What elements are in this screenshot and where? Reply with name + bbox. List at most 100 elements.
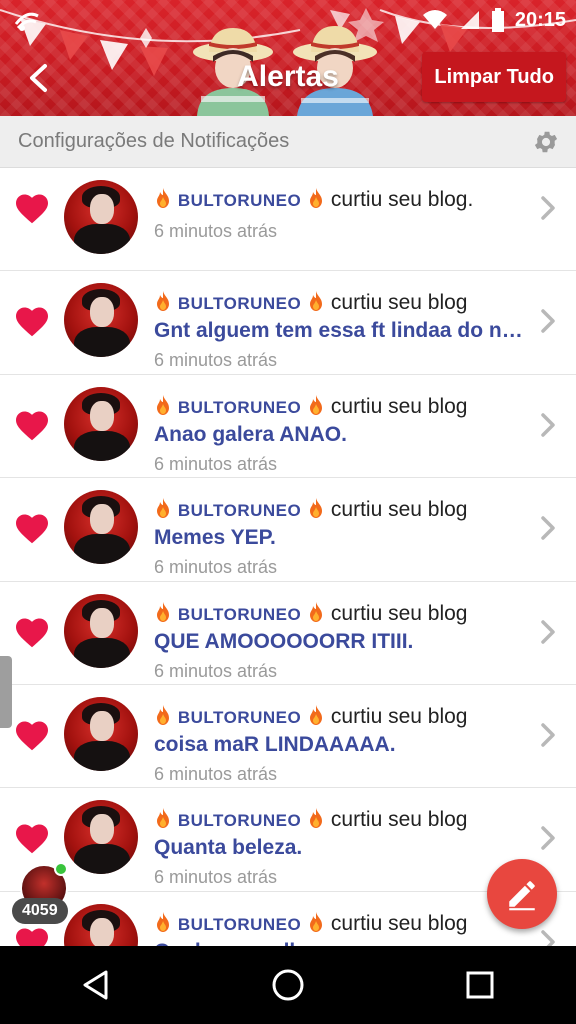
blog-title[interactable]: coisa maR LINDAAAAA. [154,732,530,758]
heart-icon [14,409,50,441]
chevron-right-icon [538,928,558,946]
username[interactable]: BULTORUNEO [178,708,301,727]
username[interactable]: BULTORUNEO [178,501,301,520]
notification-row[interactable]: BULTORUNEO curtiu seu blog. 6 minutos at… [0,168,576,272]
side-drawer-handle[interactable] [0,656,12,728]
fire-icon [154,704,172,726]
notification-text: BULTORUNEO curtiu seu blog [154,910,530,939]
nav-home-button[interactable] [258,955,318,1015]
notification-action: curtiu seu blog [330,911,468,935]
signal-icon [460,11,479,29]
heart-icon [14,305,50,337]
notification-content: BULTORUNEO curtiu seu blog Qual vc escol… [154,910,530,946]
chevron-right-icon [538,307,558,335]
notification-action: curtiu seu blog [330,601,468,625]
avatar[interactable] [64,386,138,461]
notification-text: BULTORUNEO curtiu seu blog [154,289,530,318]
notification-action: curtiu seu blog [330,704,468,728]
blog-title[interactable]: QUE AMOOOOOORR ITIII. [154,629,530,655]
app-header: 20:15 Alertas Limpar Tudo [0,0,576,116]
notification-time: 6 minutos atrás [154,221,278,241]
notification-content: BULTORUNEO curtiu seu blog coisa maR LIN… [154,703,530,785]
fire-icon [154,290,172,312]
notification-settings-bar[interactable]: Configurações de Notificações [0,116,576,168]
username[interactable]: BULTORUNEO [178,915,301,934]
chevron-right-icon [538,721,558,749]
notification-time: 6 minutos atrás [154,660,278,681]
clock: 20:15 [514,8,566,31]
notification-content: BULTORUNEO curtiu seu blog Quanta beleza… [154,806,530,888]
online-count-badge[interactable]: 4059 [12,898,68,924]
fire-icon [154,394,172,416]
avatar[interactable] [64,696,138,771]
username[interactable]: BULTORUNEO [178,398,301,417]
notification-text: BULTORUNEO curtiu seu blog [154,806,530,835]
blog-title[interactable]: Memes YEP. [154,525,530,551]
username[interactable]: BULTORUNEO [178,294,301,313]
blog-title[interactable]: Quanta beleza. [154,835,530,861]
avatar[interactable] [64,800,138,875]
notification-content: BULTORUNEO curtiu seu blog QUE AMOOOOOOR… [154,600,530,682]
notification-action: curtiu seu blog. [330,188,474,211]
notification-content: BULTORUNEO curtiu seu blog. 6 minutos at… [154,186,530,242]
nav-recent-button[interactable] [450,955,510,1015]
notification-row[interactable]: BULTORUNEO curtiu seu blog Gnt alguem te… [0,271,576,375]
fire-icon [154,497,172,519]
notification-row[interactable]: BULTORUNEO curtiu seu blog Anao galera A… [0,374,576,479]
notification-row[interactable]: BULTORUNEO curtiu seu blog Memes YEP. 6 … [0,478,576,582]
avatar[interactable] [64,283,138,358]
notification-action: curtiu seu blog [330,394,468,418]
blog-title[interactable]: Gnt alguem tem essa ft lindaa do nam d..… [154,318,530,344]
notification-text: BULTORUNEO curtiu seu blog. [154,186,530,215]
notification-text: BULTORUNEO curtiu seu blog [154,393,530,422]
notification-content: BULTORUNEO curtiu seu blog Anao galera A… [154,393,530,475]
username[interactable]: BULTORUNEO [178,605,301,624]
settings-label: Configurações de Notificações [18,130,290,152]
avatar[interactable] [64,490,138,565]
clear-all-button[interactable]: Limpar Tudo [422,52,566,102]
system-navigation-bar [0,946,576,1024]
heart-icon [14,926,50,946]
notification-content: BULTORUNEO curtiu seu blog Gnt alguem te… [154,289,530,371]
fire-icon [307,497,325,519]
notification-time: 6 minutos atrás [154,557,278,578]
battery-icon [491,8,504,32]
heart-icon [14,512,50,544]
username[interactable]: BULTORUNEO [178,811,301,830]
notification-text: BULTORUNEO curtiu seu blog [154,703,530,732]
notification-row[interactable]: BULTORUNEO curtiu seu blog coisa maR LIN… [0,684,576,789]
avatar[interactable] [64,903,138,946]
fire-icon [307,601,325,623]
heart-icon [14,719,50,751]
blog-title[interactable]: Anao galera ANAO. [154,422,530,448]
notification-row[interactable]: BULTORUNEO curtiu seu blog Quanta beleza… [0,788,576,892]
fire-icon [307,704,325,726]
compose-button[interactable] [487,859,557,929]
blog-title[interactable]: Qual vc escolhe. [154,939,530,946]
gear-icon[interactable] [532,128,560,156]
avatar[interactable] [64,180,138,254]
fire-icon [307,911,325,933]
notification-time: 6 minutos atrás [154,867,278,888]
chevron-right-icon [538,194,558,222]
notification-text: BULTORUNEO curtiu seu blog [154,600,530,629]
wifi-icon [422,10,447,29]
fire-icon [154,807,172,829]
nav-back-button[interactable] [66,955,126,1015]
username[interactable]: BULTORUNEO [178,191,301,210]
square-recent-icon [466,971,494,999]
fire-icon [307,187,325,209]
avatar[interactable] [64,593,138,668]
chevron-right-icon [538,618,558,646]
notification-app-icon [12,6,42,37]
notification-text: BULTORUNEO curtiu seu blog [154,496,530,525]
notification-row[interactable]: BULTORUNEO curtiu seu blog QUE AMOOOOOOR… [0,581,576,685]
heart-icon [14,822,50,854]
notification-time: 6 minutos atrás [154,763,278,784]
notification-time: 6 minutos atrás [154,453,278,474]
fire-icon [154,187,172,209]
fire-icon [307,807,325,829]
notification-list: BULTORUNEO curtiu seu blog. 6 minutos at… [0,168,576,946]
heart-icon [14,192,50,224]
chevron-right-icon [538,411,558,439]
